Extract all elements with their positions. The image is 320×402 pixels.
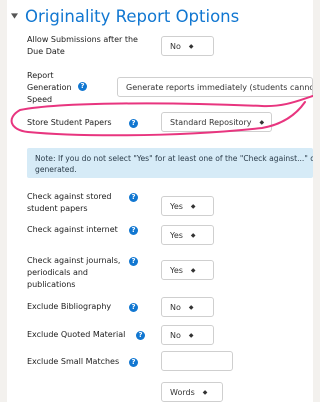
allow-submissions-label: Allow Submissions after the Due Date — [27, 35, 138, 56]
help-icon[interactable]: ? — [129, 303, 138, 312]
check-stored-label: Check against stored student papers — [27, 192, 112, 213]
exclude-small-unit-select[interactable]: Words ◆ — [161, 382, 223, 402]
up-down-arrows-icon: ◆ — [202, 388, 208, 396]
store-papers-select[interactable]: Standard Repository ◆ — [161, 112, 272, 132]
help-icon[interactable]: ? — [78, 82, 87, 91]
exclude-small-label: Exclude Small Matches — [27, 357, 120, 366]
allow-submissions-select[interactable]: No ◆ — [161, 36, 214, 56]
check-journals-label: Check against journals, periodicals and … — [27, 256, 121, 289]
check-internet-label: Check against internet — [27, 225, 118, 234]
section-header[interactable]: Originality Report Options — [7, 6, 239, 26]
report-speed-label: Report Generation Speed — [27, 71, 72, 104]
up-down-arrows-icon: ◆ — [190, 231, 196, 239]
help-icon[interactable]: ? — [129, 193, 138, 202]
store-papers-label: Store Student Papers — [27, 118, 112, 127]
caret-down-icon[interactable] — [7, 9, 21, 23]
help-icon[interactable]: ? — [129, 226, 138, 235]
settings-panel: Originality Report Options Allow Submiss… — [7, 0, 313, 402]
report-speed-select[interactable]: Generate reports immediately (students c… — [117, 77, 313, 97]
check-journals-select[interactable]: Yes ◆ — [161, 260, 214, 280]
exclude-bibliography-label: Exclude Bibliography — [27, 302, 112, 311]
help-icon[interactable]: ? — [129, 119, 138, 128]
up-down-arrows-icon: ◆ — [190, 202, 196, 210]
exclude-quoted-select[interactable]: No ◆ — [161, 325, 214, 345]
exclude-small-input[interactable] — [161, 351, 233, 371]
section-title: Originality Report Options — [25, 6, 240, 26]
repository-note: Note: If you do not select "Yes" for at … — [27, 148, 313, 178]
help-icon[interactable]: ? — [136, 331, 145, 340]
up-down-arrows-icon: ◆ — [188, 303, 194, 311]
up-down-arrows-icon: ◆ — [259, 118, 265, 126]
check-internet-select[interactable]: Yes ◆ — [161, 225, 214, 245]
check-stored-select[interactable]: Yes ◆ — [161, 196, 214, 216]
up-down-arrows-icon: ◆ — [190, 266, 196, 274]
up-down-arrows-icon: ◆ — [188, 331, 194, 339]
up-down-arrows-icon: ◆ — [188, 42, 194, 50]
exclude-bibliography-select[interactable]: No ◆ — [161, 297, 214, 317]
help-icon[interactable]: ? — [129, 257, 138, 266]
exclude-quoted-label: Exclude Quoted Material — [27, 330, 126, 339]
help-icon[interactable]: ? — [129, 358, 138, 367]
